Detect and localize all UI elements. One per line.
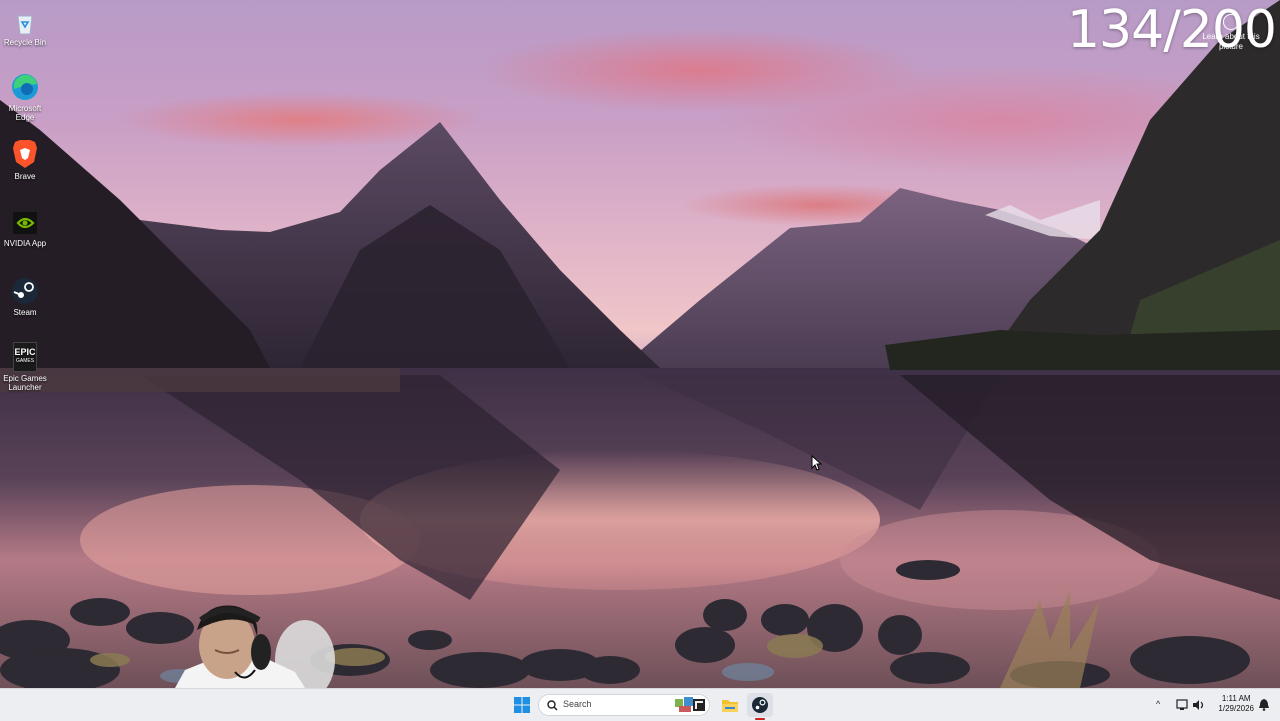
brave-lion-icon (13, 140, 37, 168)
network-icon[interactable] (1176, 699, 1190, 711)
clock-time: 1:11 AM (1221, 694, 1251, 703)
edge-icon (12, 74, 38, 100)
volume-icon[interactable] (1192, 699, 1206, 711)
camera-icon (1223, 14, 1239, 30)
desktop-icon-brave[interactable]: Brave (0, 138, 50, 181)
search-placeholder: Search (563, 699, 592, 709)
clock-date: 1/29/2026 (1218, 704, 1254, 713)
desktop-icon-steam[interactable]: Steam (0, 276, 50, 317)
webcam-overlay (175, 605, 335, 688)
desktop-icon-label: Steam (13, 308, 37, 317)
show-hidden-icons-chevron-icon[interactable]: ^ (1156, 699, 1160, 709)
start-button[interactable] (510, 693, 534, 717)
notification-bell-icon[interactable] (1258, 698, 1270, 711)
desktop-icon-epic-games[interactable]: EPIC GAMES Epic Games Launcher (0, 342, 50, 392)
learn-about-label: Learn about this picture (1202, 32, 1260, 51)
desktop-icon-label: Brave (14, 172, 36, 181)
epic-logo-word: EPIC (14, 347, 36, 357)
task-view-icon (693, 699, 705, 711)
taskbar-search-box[interactable]: Search (538, 694, 710, 716)
taskbar: Search ^ 1:11 AM 1/29/2026 (0, 688, 1280, 721)
desktop-icon-label: Microsoft Edge (8, 104, 42, 122)
search-icon (547, 700, 558, 711)
steam-taskbar-button[interactable] (747, 693, 773, 720)
desktop-icon-label: Epic Games Launcher (3, 374, 47, 392)
windows-logo-icon (514, 697, 530, 713)
steam-icon (12, 278, 38, 304)
desktop-icon-edge[interactable]: Microsoft Edge (0, 72, 50, 122)
learn-about-picture[interactable]: Learn about this picture (1192, 14, 1270, 52)
desktop-icon-label: Recycle Bin (3, 38, 47, 47)
recycle-bin-icon (17, 15, 33, 35)
mouse-pointer-icon (811, 455, 823, 471)
desktop-icon-recycle-bin[interactable]: Recycle Bin (0, 10, 50, 47)
taskbar-clock[interactable]: 1:11 AM 1/29/2026 (1218, 694, 1254, 714)
wallpaper-landscape (0, 0, 1280, 688)
folder-icon (722, 700, 738, 712)
desktop-icon-label: NVIDIA App (3, 239, 47, 248)
epic-games-icon: EPIC GAMES (13, 342, 37, 372)
desktop-wallpaper: 134/200 Learn about this picture Recycle… (0, 0, 1280, 688)
epic-logo-subword: GAMES (15, 358, 35, 364)
steam-icon (752, 697, 768, 713)
desktop-icon-nvidia[interactable]: NVIDIA App (0, 209, 50, 248)
nvidia-icon (13, 212, 37, 234)
file-explorer-button[interactable] (718, 693, 742, 717)
task-view-button[interactable] (688, 693, 710, 717)
